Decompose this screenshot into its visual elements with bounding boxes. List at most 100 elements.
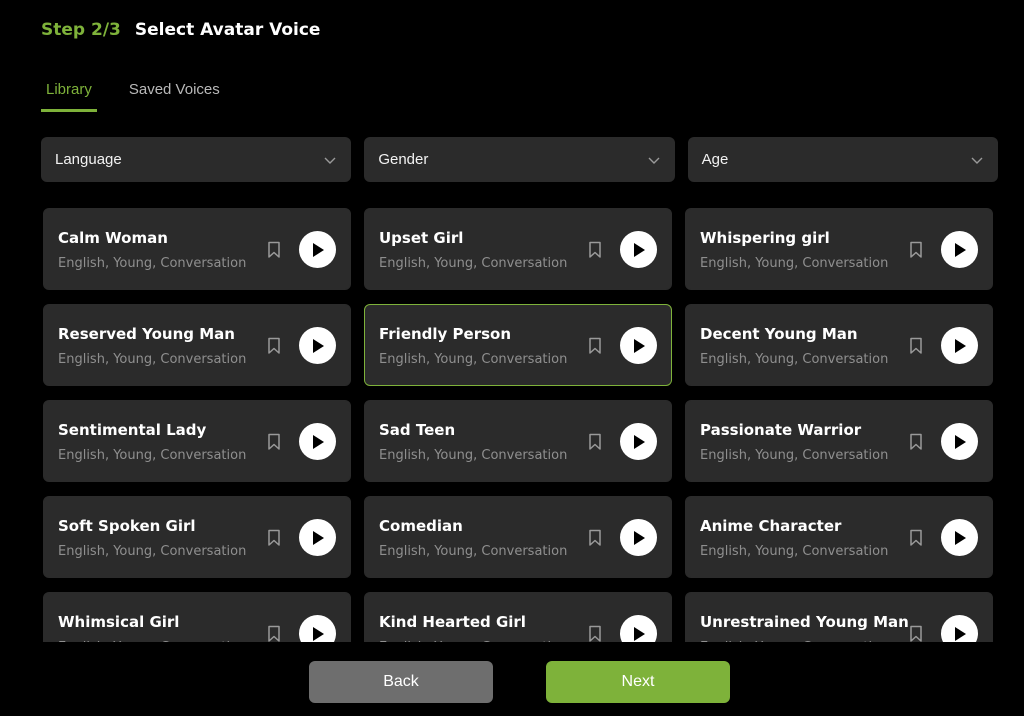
voice-grid: Calm Woman English, Young, Conversation Up… <box>43 208 993 642</box>
play-icon <box>954 530 966 545</box>
page-title: Select Avatar Voice <box>134 20 321 40</box>
bookmark-icon[interactable] <box>267 337 281 355</box>
play-button[interactable] <box>620 423 657 460</box>
voice-tags: English, Young, Conversation <box>700 640 888 642</box>
voice-name: Sentimental Lady <box>58 421 207 439</box>
voice-card[interactable]: Whispering girl English, Young, Conversat… <box>685 208 993 290</box>
play-button[interactable] <box>620 519 657 556</box>
voice-card[interactable]: Unrestrained Young Man English, Young, Co… <box>685 592 993 642</box>
voice-tags: English, Young, Conversation <box>58 640 246 642</box>
voice-card[interactable]: Decent Young Man English, Young, Conversa… <box>685 304 993 386</box>
play-button[interactable] <box>299 327 336 364</box>
gender-dropdown[interactable]: Gender <box>364 137 675 182</box>
bookmark-icon[interactable] <box>588 433 602 451</box>
voice-tags: English, Young, Conversation <box>58 256 247 271</box>
play-icon <box>633 626 645 641</box>
play-button[interactable] <box>299 615 336 642</box>
voice-card[interactable]: Sentimental Lady English, Young, Conversa… <box>43 400 351 482</box>
bookmark-icon[interactable] <box>267 529 281 547</box>
voice-card[interactable]: Whimsical Girl English, Young, Conversati… <box>43 592 351 642</box>
voice-name: Whispering girl <box>700 229 830 247</box>
voice-card[interactable]: Sad Teen English, Young, Conversation <box>364 400 672 482</box>
play-button[interactable] <box>941 615 978 642</box>
voice-tags: English, Young, Conversation <box>700 256 889 271</box>
voice-tags: English, Young, Conversation <box>58 544 247 559</box>
voice-list[interactable]: Calm Woman English, Young, Conversation Up… <box>43 208 993 642</box>
tab-saved-voices[interactable]: Saved Voices <box>124 78 225 112</box>
age-dropdown[interactable]: Age <box>687 137 998 182</box>
bookmark-icon[interactable] <box>267 625 281 642</box>
chevron-down-icon <box>648 157 660 164</box>
play-icon <box>954 242 966 257</box>
play-icon <box>954 434 966 449</box>
voice-card[interactable]: Upset Girl English, Young, Conversation <box>364 208 672 290</box>
filter-bar: Language Gender Age <box>41 137 998 182</box>
voice-tags: English, Young, Conversation <box>700 352 889 367</box>
play-button[interactable] <box>299 519 336 556</box>
voice-name: Reserved Young Man <box>58 325 235 343</box>
chevron-down-icon <box>324 157 336 164</box>
play-button[interactable] <box>941 519 978 556</box>
play-icon <box>633 242 645 257</box>
voice-card[interactable]: Soft Spoken Girl English, Young, Conversa… <box>43 496 351 578</box>
play-button[interactable] <box>941 327 978 364</box>
voice-name: Passionate Warrior <box>700 421 862 439</box>
voice-name: Whimsical Girl <box>58 613 180 631</box>
bookmark-icon[interactable] <box>909 529 923 547</box>
voice-card[interactable]: Reserved Young Man English, Young, Conver… <box>43 304 351 386</box>
play-button[interactable] <box>941 423 978 460</box>
voice-name: Soft Spoken Girl <box>58 517 196 535</box>
voice-name: Anime Character <box>700 517 842 535</box>
play-icon <box>312 338 324 353</box>
bookmark-icon[interactable] <box>909 625 923 642</box>
voice-card[interactable]: Kind Hearted Girl English, Young, Convers… <box>364 592 672 642</box>
voice-tags: English, Young, Conversation <box>700 448 889 463</box>
voice-card[interactable]: Comedian English, Young, Conversation <box>364 496 672 578</box>
voice-tags: English, Young, Conversation <box>379 256 568 271</box>
language-dropdown[interactable]: Language <box>41 137 352 182</box>
play-button[interactable] <box>299 231 336 268</box>
bookmark-icon[interactable] <box>909 241 923 259</box>
play-button[interactable] <box>620 615 657 642</box>
voice-name: Kind Hearted Girl <box>379 613 526 631</box>
play-icon <box>312 530 324 545</box>
voice-card[interactable]: Friendly Person English, Young, Conversat… <box>364 304 672 386</box>
chevron-down-icon <box>971 157 983 164</box>
voice-card[interactable]: Calm Woman English, Young, Conversation <box>43 208 351 290</box>
voice-tags: English, Young, Conversation <box>58 448 247 463</box>
bookmark-icon[interactable] <box>588 241 602 259</box>
bookmark-icon[interactable] <box>588 337 602 355</box>
voice-tags: English, Young, Conversation <box>379 544 568 559</box>
voice-name: Sad Teen <box>379 421 456 439</box>
voice-name: Friendly Person <box>379 325 512 343</box>
voice-name: Upset Girl <box>379 229 464 247</box>
voice-name: Comedian <box>379 517 463 535</box>
play-icon <box>633 530 645 545</box>
voice-tags: English, Young, Conversation <box>379 640 567 642</box>
tab-library[interactable]: Library <box>41 78 97 112</box>
bookmark-icon[interactable] <box>267 241 281 259</box>
play-button[interactable] <box>941 231 978 268</box>
bookmark-icon[interactable] <box>267 433 281 451</box>
next-button[interactable]: Next <box>546 661 730 703</box>
bookmark-icon[interactable] <box>909 337 923 355</box>
bookmark-icon[interactable] <box>588 625 602 642</box>
voice-tags: English, Young, Conversation <box>379 352 568 367</box>
tab-bar: Library Saved Voices <box>41 78 252 112</box>
play-icon <box>954 338 966 353</box>
play-button[interactable] <box>620 327 657 364</box>
play-button[interactable] <box>299 423 336 460</box>
play-icon <box>633 434 645 449</box>
voice-name: Unrestrained Young Man <box>700 613 909 631</box>
voice-card[interactable]: Anime Character English, Young, Conversat… <box>685 496 993 578</box>
play-button[interactable] <box>620 231 657 268</box>
bookmark-icon[interactable] <box>588 529 602 547</box>
play-icon <box>312 434 324 449</box>
gender-dropdown-label: Gender <box>378 151 429 168</box>
back-button[interactable]: Back <box>309 661 493 703</box>
step-indicator: Step 2/3 <box>41 20 121 40</box>
voice-tags: English, Young, Conversation <box>379 448 568 463</box>
bookmark-icon[interactable] <box>909 433 923 451</box>
voice-card[interactable]: Passionate Warrior English, Young, Conver… <box>685 400 993 482</box>
page-header: Step 2/3 Select Avatar Voice <box>41 20 320 40</box>
